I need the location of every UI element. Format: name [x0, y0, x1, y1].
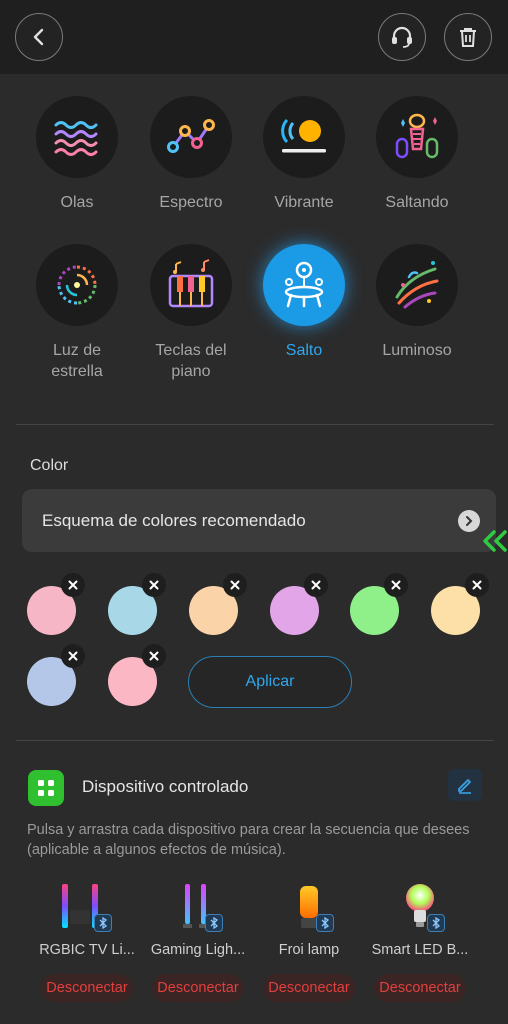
device-name: RGBIC TV Li... — [39, 942, 135, 958]
device-item[interactable]: RGBIC TV Li... Desconectar — [32, 878, 142, 1002]
edit-button[interactable] — [448, 769, 482, 801]
color-swatch[interactable] — [27, 573, 85, 635]
pencil-icon — [458, 779, 471, 794]
bluetooth-icon — [316, 914, 334, 932]
lamp-icon — [274, 878, 344, 934]
gaming-light-bars-icon — [163, 878, 233, 934]
controlled-devices-description: Pulsa y arrastra cada dispositivo para c… — [27, 822, 470, 858]
effect-salto[interactable]: Salto — [254, 244, 354, 361]
effect-luz-de-estrella[interactable]: Luz de estrella — [27, 244, 127, 382]
spectrum-line-icon — [167, 119, 215, 153]
remove-color-icon[interactable] — [61, 644, 85, 668]
starlight-swirl-icon — [57, 265, 97, 305]
bluetooth-icon — [427, 914, 445, 932]
effect-disc — [263, 244, 345, 326]
effect-vibrante[interactable]: Vibrante — [254, 96, 354, 213]
controlled-devices-title: Dispositivo controlado — [82, 777, 249, 796]
luminous-streaks-icon — [395, 261, 439, 309]
color-swatch[interactable] — [431, 573, 489, 635]
trampoline-icon — [284, 261, 324, 308]
remove-color-icon[interactable] — [465, 573, 489, 597]
chevron-right-icon — [458, 510, 480, 532]
effect-espectro[interactable]: Espectro — [141, 96, 241, 213]
effect-label: Teclas del piano — [155, 342, 227, 380]
color-swatch[interactable] — [27, 644, 85, 706]
disconnect-button[interactable]: Desconectar — [374, 974, 466, 1002]
bluetooth-icon — [205, 914, 223, 932]
color-section-title: Color — [30, 457, 69, 474]
remove-color-icon[interactable] — [384, 573, 408, 597]
effect-disc — [376, 96, 458, 178]
device-name: Froi lamp — [278, 942, 340, 958]
top-bar — [0, 0, 508, 74]
waves-icon — [54, 121, 98, 156]
color-swatch[interactable] — [108, 573, 166, 635]
piano-keys-icon — [168, 259, 214, 308]
effect-label: Saltando — [385, 194, 449, 211]
device-name: Smart LED B... — [371, 942, 469, 958]
jumping-bars-icon — [395, 113, 439, 159]
effect-disc — [376, 244, 458, 326]
apps-grid-icon — [28, 770, 64, 806]
tv-light-bars-icon — [52, 878, 122, 934]
color-swatch[interactable] — [270, 573, 328, 635]
disconnect-button[interactable]: Desconectar — [152, 974, 244, 1002]
device-item[interactable]: Froi lamp Desconectar — [254, 878, 364, 1002]
remove-color-icon[interactable] — [61, 573, 85, 597]
remove-color-icon[interactable] — [223, 573, 247, 597]
double-chevron-left-icon[interactable] — [478, 528, 508, 554]
effect-label: Vibrante — [274, 194, 334, 211]
section-divider — [16, 740, 494, 741]
effect-luminoso[interactable]: Luminoso — [367, 244, 467, 361]
recommended-scheme-label: Esquema de colores recomendado — [42, 511, 306, 530]
device-item[interactable]: Smart LED B... Desconectar — [365, 878, 475, 1002]
apply-button[interactable]: Aplicar — [188, 656, 352, 708]
effect-disc — [150, 244, 232, 326]
vibrant-sun-icon — [281, 118, 326, 153]
recommended-scheme-row[interactable]: Esquema de colores recomendado — [22, 489, 496, 552]
effect-saltando[interactable]: Saltando — [367, 96, 467, 213]
effect-disc — [263, 96, 345, 178]
delete-button[interactable] — [444, 13, 492, 61]
headset-icon — [392, 26, 412, 48]
support-button[interactable] — [378, 13, 426, 61]
effect-label: Salto — [285, 342, 323, 359]
effect-label: Luminoso — [382, 342, 452, 359]
back-button[interactable] — [15, 13, 63, 61]
chevron-left-icon — [33, 28, 44, 46]
bluetooth-icon — [94, 914, 112, 932]
effect-disc — [36, 96, 118, 178]
effect-disc — [150, 96, 232, 178]
led-bulb-icon — [385, 878, 455, 934]
color-swatch[interactable] — [108, 644, 166, 706]
disconnect-button[interactable]: Desconectar — [263, 974, 355, 1002]
color-swatch[interactable] — [189, 573, 247, 635]
remove-color-icon[interactable] — [142, 573, 166, 597]
effect-olas[interactable]: Olas — [27, 96, 127, 213]
section-divider — [16, 424, 494, 425]
device-item[interactable]: Gaming Ligh... Desconectar — [143, 878, 253, 1002]
device-name: Gaming Ligh... — [150, 942, 246, 958]
remove-color-icon[interactable] — [304, 573, 328, 597]
effect-disc — [36, 244, 118, 326]
disconnect-button[interactable]: Desconectar — [41, 974, 133, 1002]
effect-label: Espectro — [159, 194, 223, 211]
effect-label: Olas — [60, 194, 94, 211]
effect-teclas-del-piano[interactable]: Teclas del piano — [141, 244, 241, 382]
trash-icon — [460, 28, 476, 47]
color-swatch[interactable] — [350, 573, 408, 635]
remove-color-icon[interactable] — [142, 644, 166, 668]
effect-label: Luz de estrella — [51, 342, 103, 380]
